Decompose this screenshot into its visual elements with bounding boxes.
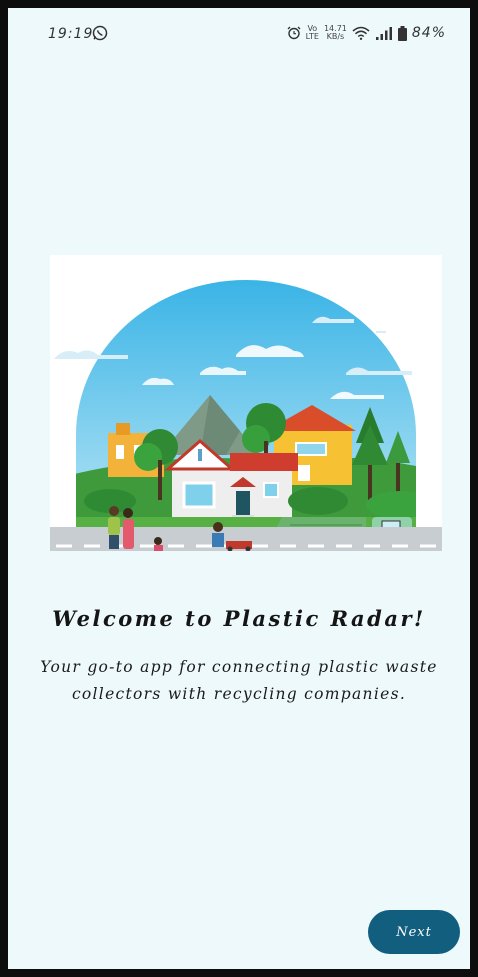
battery-icon bbox=[397, 25, 407, 41]
onboarding-screen: 19:19 Vo LTE 14.71 KB/s 84% Welcome to P… bbox=[8, 8, 470, 969]
volte-icon: Vo LTE bbox=[305, 24, 319, 41]
houses-illustration bbox=[50, 255, 442, 551]
signal-icon bbox=[375, 26, 393, 40]
battery-percent: 84% bbox=[411, 25, 446, 41]
network-speed: 14.71 KB/s bbox=[323, 24, 347, 41]
welcome-subtitle: Your go-to app for connecting plastic wa… bbox=[40, 658, 438, 703]
status-bar: 19:19 Vo LTE 14.71 KB/s 84% bbox=[8, 8, 470, 60]
welcome-title: Welcome to Plastic Radar! bbox=[52, 606, 426, 631]
wifi-icon bbox=[352, 26, 370, 40]
status-icons: Vo LTE 14.71 KB/s 84% bbox=[287, 25, 446, 41]
whatsapp-icon bbox=[92, 25, 108, 45]
next-button[interactable]: Next bbox=[368, 910, 460, 954]
alarm-icon bbox=[287, 26, 301, 40]
status-time: 19:19 bbox=[48, 26, 94, 42]
